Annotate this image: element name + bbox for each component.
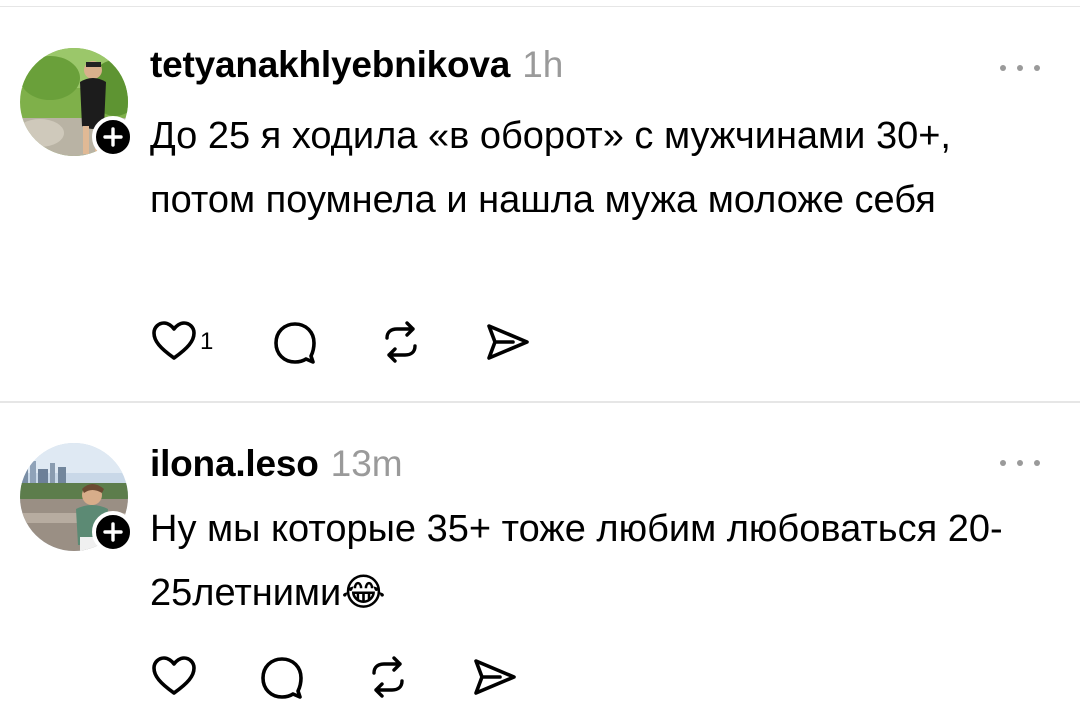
more-icon[interactable] bbox=[1000, 457, 1040, 469]
repost-button[interactable] bbox=[364, 653, 412, 701]
avatar-container[interactable] bbox=[20, 443, 134, 553]
send-icon bbox=[487, 324, 530, 360]
share-button[interactable] bbox=[470, 653, 518, 701]
like-count: 1 bbox=[200, 328, 214, 355]
post-header: ilona.leso 13m bbox=[150, 443, 403, 485]
follow-button[interactable] bbox=[92, 511, 134, 553]
send-icon bbox=[474, 659, 516, 695]
repost-icon bbox=[372, 656, 404, 698]
plus-icon bbox=[103, 127, 123, 147]
heart-icon bbox=[152, 656, 196, 695]
post: ilona.leso 13m Ну мы которые 35+ тоже лю… bbox=[0, 403, 1080, 725]
reply-button[interactable] bbox=[258, 653, 306, 701]
reply-button[interactable] bbox=[271, 318, 319, 366]
plus-icon bbox=[103, 522, 123, 542]
post-text: Ну мы которые 35+ тоже любим любоваться … bbox=[150, 508, 1003, 614]
post-actions: 1 bbox=[150, 318, 589, 366]
follow-button[interactable] bbox=[92, 116, 134, 158]
post-text: До 25 я ходила «в оборот» с мужчинами 30… bbox=[150, 115, 951, 221]
post-header: tetyanakhlyebnikova 1h bbox=[150, 44, 563, 86]
username[interactable]: tetyanakhlyebnikova bbox=[150, 44, 510, 86]
more-icon[interactable] bbox=[1000, 62, 1040, 74]
share-button[interactable] bbox=[483, 318, 531, 366]
post: tetyanakhlyebnikova 1h До 25 я ходила «в… bbox=[0, 0, 1080, 400]
post-actions bbox=[150, 653, 576, 701]
heart-icon bbox=[152, 321, 196, 360]
username[interactable]: ilona.leso bbox=[150, 443, 319, 485]
post-time: 1h bbox=[522, 44, 564, 85]
like-button[interactable]: 1 bbox=[150, 318, 213, 366]
comment-icon bbox=[261, 657, 303, 699]
avatar-container[interactable] bbox=[20, 48, 134, 158]
comment-icon bbox=[274, 322, 317, 364]
post-time: 13m bbox=[330, 443, 403, 484]
repost-button[interactable] bbox=[377, 318, 425, 366]
like-button[interactable] bbox=[150, 653, 200, 701]
repost-icon bbox=[385, 321, 418, 363]
